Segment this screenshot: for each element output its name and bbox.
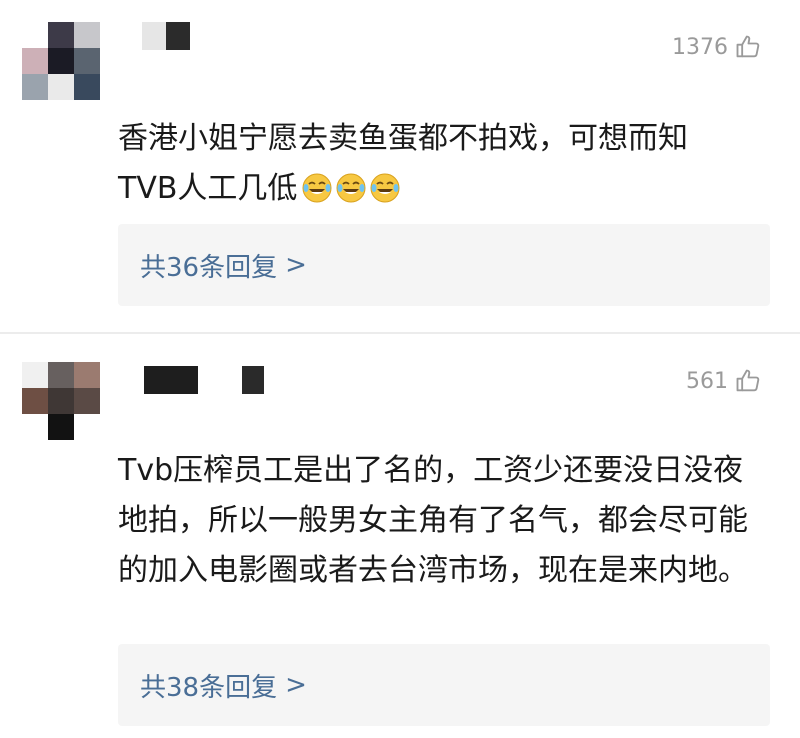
username-redacted[interactable] xyxy=(118,366,264,394)
view-replies-button[interactable]: 共36条回复 > xyxy=(118,224,770,306)
comment-text: 香港小姐宁愿去卖鱼蛋都不拍戏，可想而知 TVB人工几低 xyxy=(118,121,688,206)
avatar[interactable] xyxy=(22,22,100,100)
tears-of-joy-emoji-icon xyxy=(336,173,366,203)
replies-label: 共38条回复 xyxy=(140,672,278,703)
like-control[interactable]: 561 xyxy=(686,366,762,396)
view-replies-button[interactable]: 共38条回复 > xyxy=(118,644,770,726)
tears-of-joy-emoji-icon xyxy=(370,173,400,203)
emoji-group xyxy=(301,172,401,204)
comment-1: 1376 香港小姐宁愿去卖鱼蛋都不拍戏，可想而知 TVB人工几低 共36条回复 … xyxy=(0,0,800,330)
chevron-right-icon: > xyxy=(285,250,307,280)
thumbs-up-icon xyxy=(736,369,760,392)
tears-of-joy-emoji-icon xyxy=(302,173,332,203)
username-redacted[interactable] xyxy=(118,22,190,50)
chevron-right-icon: > xyxy=(285,670,307,700)
like-count: 1376 xyxy=(672,34,728,60)
comment-2: 561 Tvb压榨员工是出了名的，工资少还要没日没夜地拍，所以一般男女主角有了名… xyxy=(0,336,800,738)
comment-text: Tvb压榨员工是出了名的，工资少还要没日没夜地拍，所以一般男女主角有了名气，都会… xyxy=(118,453,748,588)
replies-label: 共36条回复 xyxy=(140,252,278,283)
like-count: 561 xyxy=(686,368,728,394)
thumbs-up-icon xyxy=(736,35,760,58)
avatar[interactable] xyxy=(22,362,100,440)
divider xyxy=(0,332,800,334)
like-control[interactable]: 1376 xyxy=(672,32,762,62)
